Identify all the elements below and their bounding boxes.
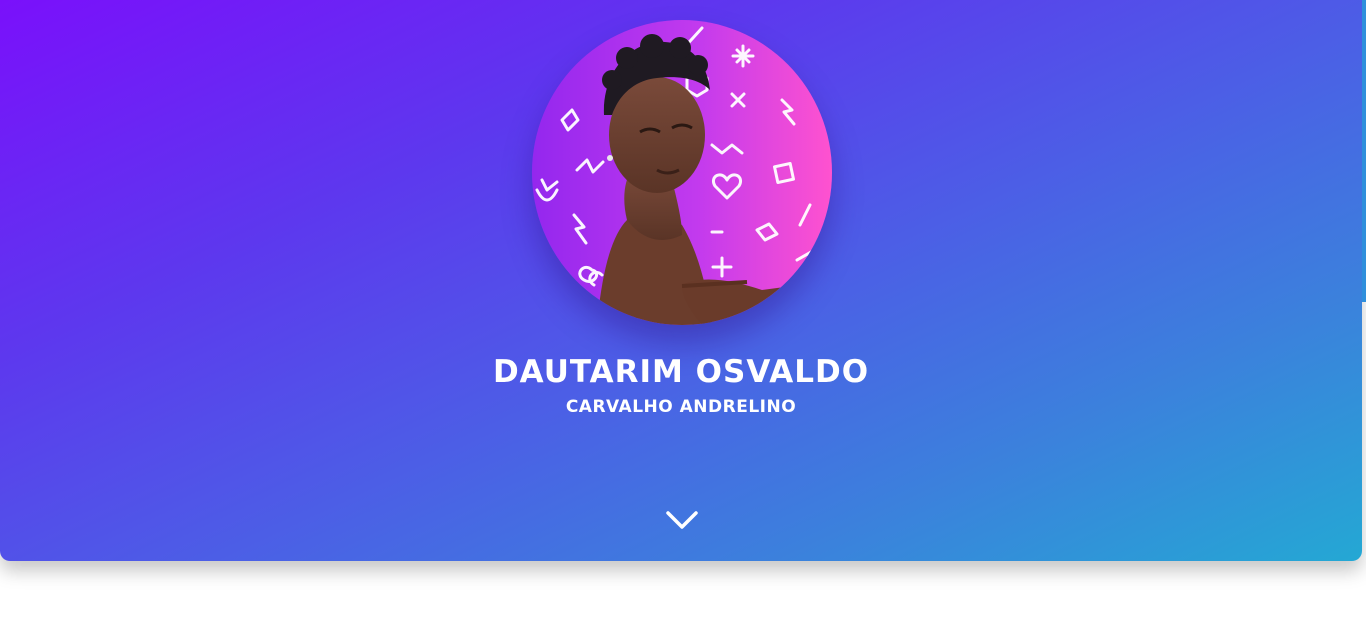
profile-last-name: CARVALHO ANDRELINO [565,397,797,417]
profile-first-name: DAUTARIM OSVALDO [492,354,870,390]
hero-section: DAUTARIM OSVALDO CARVALHO ANDRELINO [0,0,1362,561]
avatar-image [532,20,832,325]
avatar [532,20,832,325]
chevron-down-icon [666,511,698,529]
right-edge-strip [1362,0,1366,302]
scroll-down-button[interactable] [664,506,700,534]
